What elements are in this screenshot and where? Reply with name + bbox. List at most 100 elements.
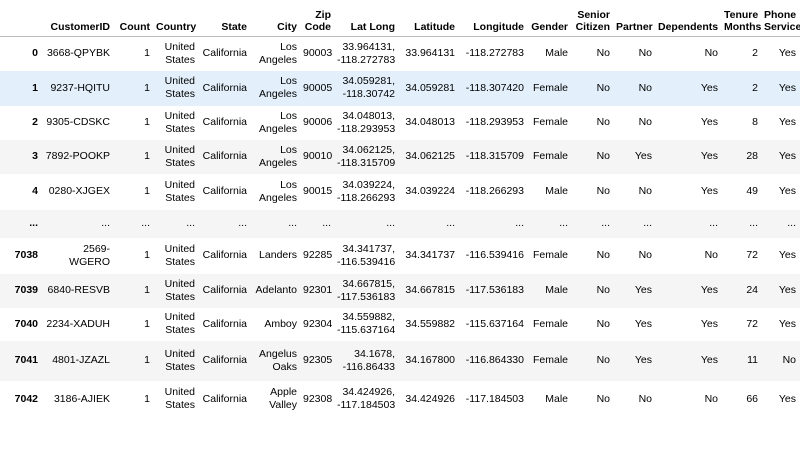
column-header-customerid: CustomerID: [42, 0, 114, 37]
cell-latitude: 34.048013: [405, 116, 455, 128]
cell-latitude: 34.559882: [405, 317, 455, 330]
cell-lat-long: 34.341737, -116.539416: [337, 242, 396, 268]
row-index: 7042: [14, 392, 38, 405]
table-row: 4 0280-XJGEX 1 United States California Los A…: [0, 174, 800, 210]
cell-state: California: [202, 249, 247, 261]
cell-zip-code: 90005: [303, 81, 333, 94]
cell-partner: No: [638, 81, 652, 94]
cell-senior-citizen: No: [596, 317, 610, 330]
cell-city: Angelus Oaks: [259, 347, 297, 373]
table-header: CustomerID Count Country State City Zip …: [0, 0, 800, 37]
cell-senior-citizen: No: [596, 47, 610, 60]
cell-zip-code: 92285: [303, 249, 333, 261]
cell-zip-code: 92305: [303, 354, 333, 366]
cell-state: California: [202, 317, 247, 330]
dataframe-table: CustomerID Count Country State City Zip …: [0, 0, 800, 418]
column-header-state: State: [199, 0, 251, 37]
table-row: 7041 4801-JZAZL 1 United States California An…: [0, 340, 800, 381]
table-row: 7040 2234-XADUH 1 United States California Am…: [0, 308, 800, 341]
cell-customerid: 4801-JZAZL: [52, 354, 110, 366]
header-row: CustomerID Count Country State City Zip …: [0, 0, 800, 37]
cell-latitude: 34.667815: [405, 284, 455, 296]
cell-senior-citizen: No: [596, 81, 610, 94]
cell-gender: ...: [559, 217, 568, 229]
table-row: 2 9305-CDSKC 1 United States California Los A…: [0, 106, 800, 140]
cell-city: Los Angeles: [259, 143, 297, 169]
cell-country: United States: [164, 75, 195, 100]
cell-customerid: 9237-HQITU: [50, 81, 110, 94]
cell-phone-service: Yes: [778, 47, 796, 60]
cell-zip-code: 90006: [303, 116, 333, 128]
cell-longitude: -116.539416: [465, 249, 524, 261]
cell-country: United States: [164, 143, 195, 169]
cell-gender: Female: [532, 249, 568, 261]
cell-customerid: 7892-POOKP: [45, 150, 110, 162]
cell-lat-long: 34.424926, -117.184503: [337, 386, 396, 411]
cell-customerid: 3186-AJIEK: [53, 392, 110, 405]
cell-dependents: Yes: [700, 284, 718, 296]
cell-phone-service: Yes: [778, 116, 796, 128]
cell-country: United States: [164, 242, 195, 268]
row-index: 7040: [14, 317, 38, 330]
cell-gender: Male: [545, 392, 568, 405]
row-index: 1: [32, 81, 38, 94]
cell-state: California: [202, 392, 247, 405]
cell-customerid: 9305-CDSKC: [46, 116, 110, 128]
row-index: 2: [32, 116, 38, 128]
cell-city: ...: [288, 217, 297, 229]
cell-count: 1: [144, 81, 150, 94]
cell-count: ...: [141, 217, 150, 229]
cell-dependents: Yes: [700, 317, 718, 330]
column-header-phone-service: Phone Service: [762, 0, 800, 37]
cell-zip-code: 90015: [303, 185, 333, 197]
table-body: 0 3668-QPYBK 1 United States California Los A…: [0, 37, 800, 418]
cell-phone-service: No: [782, 354, 796, 366]
column-header-lat-long: Lat Long: [335, 0, 399, 37]
cell-gender: Female: [532, 354, 568, 366]
cell-phone-service: Yes: [778, 150, 796, 162]
cell-tenure-months: 66: [746, 392, 758, 405]
cell-tenure-months: 11: [747, 354, 758, 366]
cell-latitude: 34.059281: [405, 81, 455, 94]
cell-longitude: -117.536183: [465, 284, 524, 296]
cell-latitude: 34.341737: [405, 249, 455, 261]
cell-lat-long: 34.062125, -118.315709: [337, 143, 396, 169]
cell-latitude: 34.062125: [405, 150, 455, 162]
cell-lat-long: 34.048013, -118.293953: [337, 109, 396, 135]
row-index: ...: [29, 217, 38, 229]
cell-zip-code: 92308: [303, 392, 333, 405]
cell-latitude: 34.167800: [405, 354, 455, 366]
cell-gender: Male: [545, 47, 568, 60]
row-index: 7041: [14, 354, 38, 366]
cell-city: Amboy: [264, 317, 297, 330]
table-row: 3 7892-POOKP 1 United States California Los A…: [0, 139, 800, 174]
cell-zip-code: 92304: [303, 317, 333, 330]
cell-customerid: 6840-RESVB: [47, 284, 110, 296]
cell-city: Apple Valley: [269, 386, 297, 411]
cell-tenure-months: 2: [752, 47, 758, 60]
cell-zip-code: 90010: [303, 150, 333, 162]
cell-customerid: 0280-XJGEX: [48, 185, 110, 197]
table-row: 7038 2569-WGERO 1 United States California La…: [0, 238, 800, 274]
row-index: 4: [32, 185, 38, 197]
cell-zip-code: 90003: [303, 47, 333, 60]
cell-lat-long: ...: [386, 217, 395, 229]
cell-city: Adelanto: [255, 284, 297, 296]
cell-senior-citizen: No: [596, 354, 610, 366]
cell-latitude: ...: [446, 217, 455, 229]
cell-senior-citizen: No: [596, 150, 610, 162]
column-header-partner: Partner: [614, 0, 656, 37]
cell-lat-long: 34.1678, -116.86433: [342, 347, 395, 373]
cell-senior-citizen: No: [596, 392, 610, 405]
column-header-gender: Gender: [528, 0, 572, 37]
cell-country: United States: [164, 386, 195, 411]
cell-phone-service: ...: [787, 217, 796, 229]
column-header-count: Count: [114, 0, 154, 37]
cell-longitude: -115.637164: [465, 317, 524, 330]
cell-city: Los Angeles: [259, 178, 297, 204]
cell-zip-code: 92301: [303, 284, 333, 296]
cell-tenure-months: 72: [746, 249, 758, 261]
cell-city: Los Angeles: [259, 75, 297, 100]
cell-lat-long: 34.059281, -118.30742: [342, 75, 395, 100]
cell-tenure-months: 49: [746, 185, 758, 197]
